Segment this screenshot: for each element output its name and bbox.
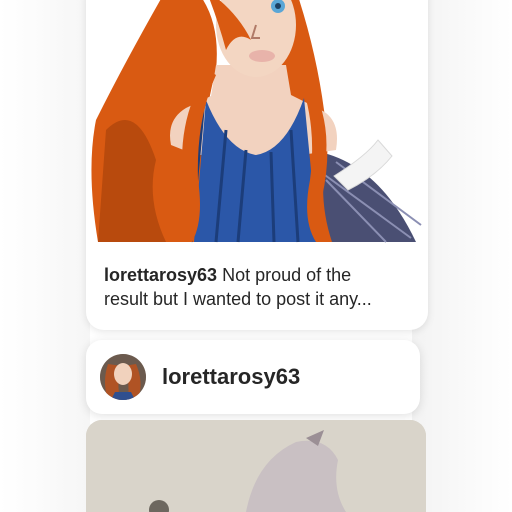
- caption-username[interactable]: lorettarosy63: [104, 265, 217, 285]
- next-post-preview[interactable]: [86, 420, 426, 512]
- avatar[interactable]: [100, 354, 146, 400]
- post-caption: lorettarosy63 Not proud of the result bu…: [104, 263, 414, 311]
- post-card[interactable]: lorettarosy63 Not proud of the result bu…: [86, 0, 428, 330]
- author-card[interactable]: lorettarosy63: [86, 340, 420, 414]
- post-image[interactable]: [86, 0, 428, 246]
- background-blur-left: [0, 0, 90, 512]
- caption-text-line2: result but I wanted to post it any...: [104, 289, 372, 309]
- author-username[interactable]: lorettarosy63: [162, 364, 300, 390]
- avatar-image-icon: [100, 354, 146, 400]
- caption-text-line1: Not proud of the: [222, 265, 352, 285]
